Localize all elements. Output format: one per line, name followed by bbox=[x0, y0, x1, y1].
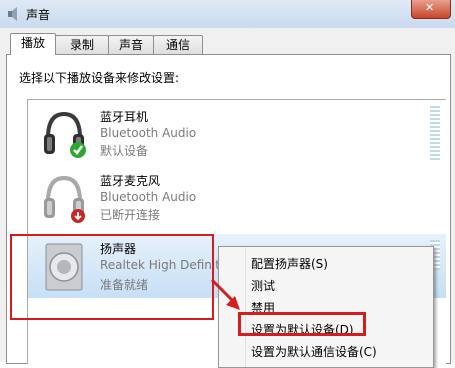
tab-recording[interactable]: 录制 bbox=[55, 35, 109, 54]
tab-communications[interactable]: 通信 bbox=[153, 35, 203, 54]
menu-item-test[interactable]: 测试 bbox=[251, 277, 275, 294]
tab-playback[interactable]: 播放 bbox=[10, 33, 56, 55]
context-menu: 配置扬声器(S) 测试 禁用 设置为默认设备(D) 设置为默认通信设备(C) bbox=[218, 246, 434, 368]
menu-item-set-default-communication[interactable]: 设置为默认通信设备(C) bbox=[251, 343, 377, 360]
headphones-icon bbox=[44, 111, 86, 158]
device-item-bluetooth-microphone[interactable]: 蓝牙麦克风 Bluetooth Audio 已断开连接 bbox=[28, 166, 446, 228]
speaker-icon bbox=[8, 7, 17, 21]
device-item-bluetooth-headphones[interactable]: 蓝牙耳机 Bluetooth Audio 默认设备 bbox=[28, 102, 446, 164]
window-title: 声音 bbox=[26, 8, 51, 22]
device-driver: Bluetooth Audio bbox=[100, 190, 197, 204]
headphones-icon bbox=[44, 175, 85, 223]
menu-item-configure-speakers[interactable]: 配置扬声器(S) bbox=[251, 255, 328, 272]
annotation-outline-device bbox=[10, 234, 214, 320]
title-bar: 声音 bbox=[0, 0, 455, 29]
volume-meter bbox=[430, 106, 440, 160]
tab-sounds[interactable]: 声音 bbox=[108, 35, 154, 54]
device-name: 蓝牙麦克风 bbox=[100, 174, 161, 188]
device-status: 已断开连接 bbox=[100, 208, 161, 222]
device-status: 默认设备 bbox=[100, 144, 149, 158]
instruction-text: 选择以下播放设备来修改设置: bbox=[19, 71, 180, 85]
device-name: 蓝牙耳机 bbox=[100, 110, 149, 124]
menu-gutter bbox=[245, 247, 246, 367]
annotation-outline-menu-item bbox=[238, 312, 366, 336]
device-driver: Bluetooth Audio bbox=[100, 126, 197, 140]
close-button[interactable] bbox=[411, 0, 451, 19]
